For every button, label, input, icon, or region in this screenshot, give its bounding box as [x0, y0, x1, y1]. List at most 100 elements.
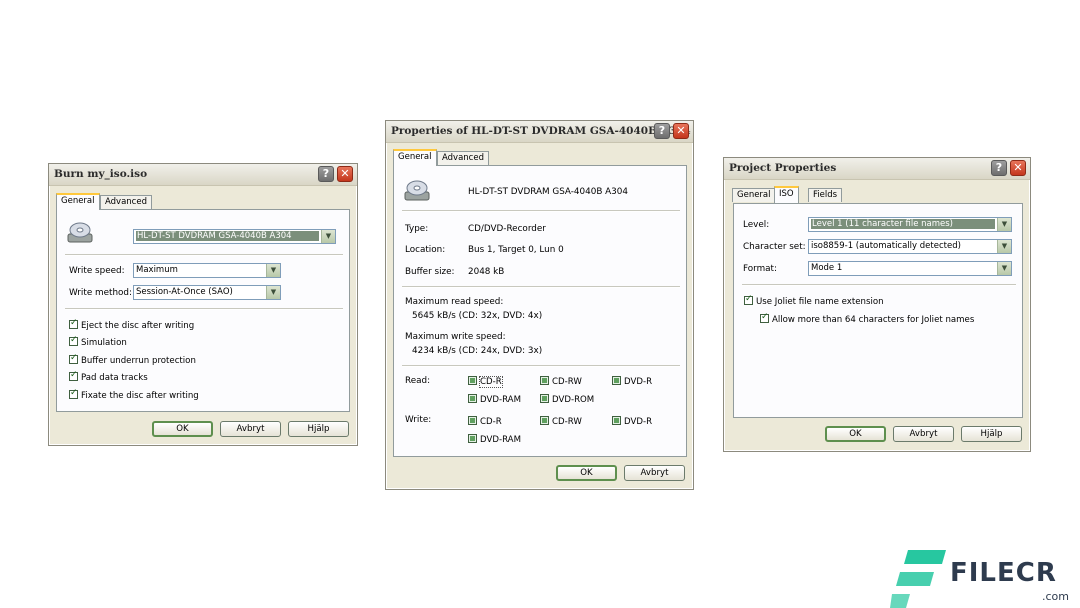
drive-name: HL-DT-ST DVDRAM GSA-4040B A304 — [468, 187, 628, 197]
write-speed-value: Maximum — [136, 265, 178, 275]
filecr-watermark: FILECR .com — [890, 548, 1080, 608]
checkbox-box[interactable] — [69, 353, 78, 364]
indicator-box — [540, 376, 549, 385]
level-value: Level 1 (11 character file names) — [811, 219, 995, 229]
fixate-checkbox[interactable]: Fixate the disc after writing — [69, 388, 199, 401]
tab-general[interactable]: General — [393, 149, 437, 166]
chevron-down-icon[interactable]: ▼ — [997, 262, 1011, 275]
cancel-button[interactable]: Avbryt — [624, 465, 685, 481]
location-value: Bus 1, Target 0, Lun 0 — [468, 245, 564, 255]
project-titlebar[interactable]: Project Properties ? ✕ — [724, 158, 1030, 180]
help-button[interactable]: Hjälp — [961, 426, 1022, 442]
chevron-down-icon[interactable]: ▼ — [997, 240, 1011, 253]
cancel-button[interactable]: Avbryt — [220, 421, 281, 437]
read-label: Read: — [405, 376, 431, 386]
checkbox-box[interactable] — [760, 312, 769, 323]
checkbox-box[interactable] — [69, 370, 78, 381]
help-icon[interactable]: ? — [318, 166, 334, 182]
write-speed-label: Write speed: — [69, 266, 125, 276]
eject-label: Eject the disc after writing — [81, 321, 195, 331]
format-select[interactable]: Mode 1 ▼ — [808, 261, 1012, 276]
chevron-down-icon[interactable]: ▼ — [266, 286, 280, 299]
charset-label: Character set: — [743, 242, 806, 252]
indicator-box — [540, 394, 549, 403]
project-iso-panel: Level: Level 1 (11 character file names)… — [733, 203, 1023, 418]
write-cd-r: CD-R — [468, 416, 502, 427]
cancel-button[interactable]: Avbryt — [893, 426, 954, 442]
checkbox-box[interactable] — [69, 318, 78, 329]
help-icon[interactable]: ? — [654, 123, 670, 139]
project-dialog: Project Properties ? ✕ General ISO Field… — [723, 157, 1031, 452]
tab-advanced[interactable]: Advanced — [437, 151, 489, 165]
read-dvd-ram: DVD-RAM — [468, 394, 521, 405]
fixate-label: Fixate the disc after writing — [81, 391, 199, 401]
max-write-value: 4234 kB/s (CD: 24x, DVD: 3x) — [412, 346, 543, 356]
pad-tracks-checkbox[interactable]: Pad data tracks — [69, 370, 148, 383]
indicator-box — [540, 416, 549, 425]
write-label: Write: — [405, 415, 432, 425]
drive-select[interactable]: HL-DT-ST DVDRAM GSA-4040B A304 ▼ — [133, 229, 336, 244]
close-icon[interactable]: ✕ — [673, 123, 689, 139]
buffer-underrun-checkbox[interactable]: Buffer underrun protection — [69, 353, 196, 366]
joliet-long-checkbox[interactable]: Allow more than 64 characters for Joliet… — [760, 312, 974, 325]
write-speed-select[interactable]: Maximum ▼ — [133, 263, 281, 278]
write-dvd-r: DVD-R — [612, 416, 652, 427]
burn-titlebar[interactable]: Burn my_iso.iso ? ✕ — [49, 164, 357, 186]
format-value: Mode 1 — [811, 263, 843, 273]
type-label: Type: — [405, 224, 429, 234]
burn-title: Burn my_iso.iso — [54, 168, 148, 180]
watermark-text: FILECR — [950, 558, 1057, 588]
chevron-down-icon[interactable]: ▼ — [266, 264, 280, 277]
separator — [742, 284, 1016, 286]
read-cd-rw-label: CD-RW — [552, 377, 582, 387]
separator — [65, 254, 343, 256]
filecr-logo-icon — [890, 550, 946, 608]
simulation-checkbox[interactable]: Simulation — [69, 335, 127, 348]
properties-title: Properties of HL-DT-ST DVDRAM GSA-4040B … — [391, 125, 691, 137]
write-dvd-ram-label: DVD-RAM — [480, 435, 521, 445]
buffer-label: Buffer size: — [405, 267, 455, 277]
checkbox-box[interactable] — [69, 388, 78, 399]
checkbox-box[interactable] — [69, 335, 78, 346]
properties-dialog: Properties of HL-DT-ST DVDRAM GSA-4040B … — [385, 120, 694, 490]
type-value: CD/DVD-Recorder — [468, 224, 546, 234]
project-title: Project Properties — [729, 162, 837, 174]
chevron-down-icon[interactable]: ▼ — [997, 218, 1011, 231]
close-icon[interactable]: ✕ — [337, 166, 353, 182]
tab-general[interactable]: General — [56, 193, 100, 210]
tab-advanced[interactable]: Advanced — [100, 195, 152, 209]
ok-button[interactable]: OK — [556, 465, 617, 481]
checkbox-box[interactable] — [744, 294, 753, 305]
indicator-box — [468, 434, 477, 443]
separator — [402, 365, 680, 367]
tab-iso[interactable]: ISO — [774, 186, 799, 203]
charset-select[interactable]: iso8859-1 (automatically detected) ▼ — [808, 239, 1012, 254]
chevron-down-icon[interactable]: ▼ — [321, 230, 335, 243]
indicator-box — [468, 416, 477, 425]
charset-value: iso8859-1 (automatically detected) — [811, 241, 961, 251]
ok-button[interactable]: OK — [152, 421, 213, 437]
ok-button[interactable]: OK — [825, 426, 886, 442]
format-label: Format: — [743, 264, 777, 274]
write-method-label: Write method: — [69, 288, 132, 298]
cd-drive-icon — [404, 180, 430, 201]
properties-general-panel: HL-DT-ST DVDRAM GSA-4040B A304 Type: CD/… — [393, 165, 687, 457]
read-dvd-ram-label: DVD-RAM — [480, 395, 521, 405]
eject-checkbox[interactable]: Eject the disc after writing — [69, 318, 195, 331]
burn-dialog: Burn my_iso.iso ? ✕ General Advanced HL-… — [48, 163, 358, 446]
write-method-select[interactable]: Session-At-Once (SAO) ▼ — [133, 285, 281, 300]
help-icon[interactable]: ? — [991, 160, 1007, 176]
tab-general[interactable]: General — [732, 188, 776, 202]
close-icon[interactable]: ✕ — [1010, 160, 1026, 176]
joliet-label: Use Joliet file name extension — [756, 297, 884, 307]
write-dvd-ram: DVD-RAM — [468, 434, 521, 445]
properties-titlebar[interactable]: Properties of HL-DT-ST DVDRAM GSA-4040B … — [386, 121, 693, 143]
joliet-checkbox[interactable]: Use Joliet file name extension — [744, 294, 884, 307]
level-select[interactable]: Level 1 (11 character file names) ▼ — [808, 217, 1012, 232]
tab-fields[interactable]: Fields — [808, 188, 843, 202]
read-dvd-rom: DVD-ROM — [540, 394, 594, 405]
write-cd-rw: CD-RW — [540, 416, 582, 427]
help-button[interactable]: Hjälp — [288, 421, 349, 437]
separator — [402, 286, 680, 288]
indicator-box — [612, 416, 621, 425]
